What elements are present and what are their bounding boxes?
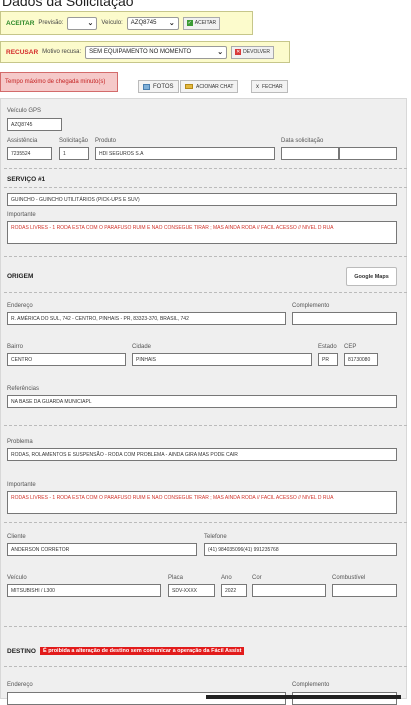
- chevron-down-icon: ⌄: [217, 49, 224, 56]
- veiculo-select[interactable]: AZQ8745 ⌄: [126, 16, 179, 30]
- origem-referencias-field[interactable]: NA BASE DA GUARDA MUNICIAPL: [7, 395, 397, 408]
- origem-cep-field[interactable]: 81730080: [344, 353, 378, 366]
- destino-warning-badge: É proibida a alteração de destino sem co…: [40, 647, 245, 655]
- data-solicitacao-label: Data solicitação: [281, 138, 324, 144]
- divider: [4, 522, 407, 523]
- solicitacao-label: Solicitação: [59, 138, 89, 144]
- ano-label: Ano: [221, 575, 232, 581]
- motivo-select[interactable]: SEM EQUIPAMENTO NO MOMENTO ⌄: [85, 45, 228, 59]
- ano-field[interactable]: 2022: [221, 584, 247, 597]
- problema-importante-label: Importante: [7, 482, 36, 488]
- veiculo-label: Veículo: [7, 575, 27, 581]
- fechar-label: FECHAR: [262, 83, 283, 90]
- acionar-chat-button[interactable]: ACIONAR CHAT: [180, 80, 239, 93]
- veiculo-gps-field[interactable]: AZQ8745: [7, 118, 62, 131]
- divider: [4, 666, 407, 667]
- photo-icon: [143, 83, 150, 90]
- motivo-value: SEM EQUIPAMENTO NO MOMENTO: [89, 49, 192, 55]
- problema-importante-field[interactable]: RODAS LIVRES - 1 RODA ESTA COM O PARAFUS…: [7, 491, 397, 514]
- origem-bairro-field[interactable]: CENTRO: [7, 353, 126, 366]
- check-icon: ✓: [186, 20, 193, 26]
- accept-label: ACEITAR: [6, 19, 35, 27]
- destino-title: DESTINO: [7, 648, 36, 655]
- destino-endereco-label: Endereço: [7, 682, 33, 688]
- combustivel-field[interactable]: [332, 584, 397, 597]
- divider: [4, 425, 407, 426]
- previsao-label: Previsão:: [38, 20, 64, 26]
- origem-bairro-label: Bairro: [7, 344, 24, 350]
- accept-bar: ACEITAR Previsão: ⌄ Veículo: AZQ8745 ⌄ ✓…: [0, 11, 253, 35]
- overlay-bar: [206, 695, 401, 699]
- produto-field[interactable]: HDI SEGUROS S.A: [95, 147, 275, 160]
- divider: [4, 168, 407, 169]
- placa-label: Placa: [168, 575, 184, 581]
- close-icon: x: [256, 83, 259, 90]
- origem-title: ORIGEM: [7, 273, 34, 280]
- assistencia-field[interactable]: 7235524: [7, 147, 52, 160]
- divider: [4, 292, 407, 293]
- problema-field[interactable]: RODAS, ROLAMENTOS E SUSPENSÃO - RODA COM…: [7, 448, 397, 461]
- origem-complemento-field[interactable]: [292, 312, 397, 325]
- servico-tipo-field[interactable]: GUINCHO - GUINCHO UTILITÁRIOS (PICK-UPS …: [7, 193, 397, 206]
- motivo-label: Motivo recusa:: [42, 49, 82, 55]
- chat-icon: [185, 84, 193, 89]
- veiculo-gps-label: Veículo GPS: [7, 108, 42, 114]
- chevron-down-icon: ⌄: [87, 20, 94, 27]
- cliente-label: Cliente: [7, 534, 26, 540]
- hora-solicitacao-field[interactable]: [339, 147, 397, 160]
- veiculo-field[interactable]: MITSUBISHI / L300: [7, 584, 161, 597]
- solicitacao-field[interactable]: 1: [59, 147, 89, 160]
- accept-button-label: ACEITAR: [194, 20, 217, 26]
- origem-cidade-label: Cidade: [132, 344, 152, 350]
- refuse-bar: RECUSAR Motivo recusa: SEM EQUIPAMENTO N…: [0, 41, 290, 63]
- fotos-button[interactable]: FOTOS: [138, 80, 179, 93]
- origem-referencias-label: Referências: [7, 386, 40, 392]
- close-icon: ✕: [235, 49, 242, 55]
- origem-complemento-label: Complemento: [292, 303, 330, 309]
- data-solicitacao-field[interactable]: [281, 147, 339, 160]
- origem-estado-field[interactable]: PR: [318, 353, 338, 366]
- assistencia-label: Assistência: [7, 138, 38, 144]
- fechar-button[interactable]: x FECHAR: [251, 80, 288, 93]
- origem-endereco-label: Endereço: [7, 303, 33, 309]
- page-title: Dados da Solicitação: [2, 0, 134, 9]
- fotos-label: FOTOS: [153, 83, 174, 90]
- origem-cep-label: CEP: [344, 344, 357, 350]
- refuse-label: RECUSAR: [6, 48, 39, 56]
- origem-endereco-field[interactable]: R. AMÉRICA DO SUL, 742 - CENTRO, PINHAIS…: [7, 312, 286, 325]
- veiculo-label: Veículo:: [101, 20, 123, 26]
- placa-field[interactable]: SDV-XXXX: [168, 584, 215, 597]
- previsao-select[interactable]: ⌄: [67, 16, 98, 30]
- problema-label: Problema: [7, 439, 33, 445]
- origem-cidade-field[interactable]: PINHAIS: [132, 353, 312, 366]
- servico-importante-field[interactable]: RODAS LIVRES - 1 RODA ESTA COM O PARAFUS…: [7, 221, 397, 244]
- origem-estado-label: Estado: [318, 344, 337, 350]
- divider: [4, 256, 407, 257]
- cor-field[interactable]: [252, 584, 326, 597]
- destino-complemento-label: Complemento: [292, 682, 330, 688]
- divider: [4, 626, 407, 627]
- telefone-field[interactable]: (41) 984035096(41) 991235768: [204, 543, 397, 556]
- produto-label: Produto: [95, 138, 117, 144]
- acionar-chat-label: ACIONAR CHAT: [196, 83, 234, 90]
- cliente-field[interactable]: ANDERSON CORRETOR: [7, 543, 197, 556]
- google-maps-button[interactable]: Google Maps: [346, 267, 397, 286]
- chevron-down-icon: ⌄: [168, 20, 175, 27]
- devolver-button-label: DEVOLVER: [243, 49, 271, 55]
- veiculo-select-value: AZQ8745: [130, 20, 157, 26]
- combustivel-label: Combustível: [332, 575, 366, 581]
- servico-importante-label: Importante: [7, 212, 36, 218]
- cor-label: Cor: [252, 575, 262, 581]
- time-warning: Tempo máximo de chegada minuto(s): [0, 72, 118, 92]
- telefone-label: Telefone: [204, 534, 227, 540]
- devolver-button[interactable]: ✕ DEVOLVER: [231, 45, 275, 59]
- accept-button[interactable]: ✓ ACEITAR: [182, 16, 221, 30]
- divider: [4, 187, 407, 188]
- servico-title: SERVIÇO #1: [7, 176, 46, 183]
